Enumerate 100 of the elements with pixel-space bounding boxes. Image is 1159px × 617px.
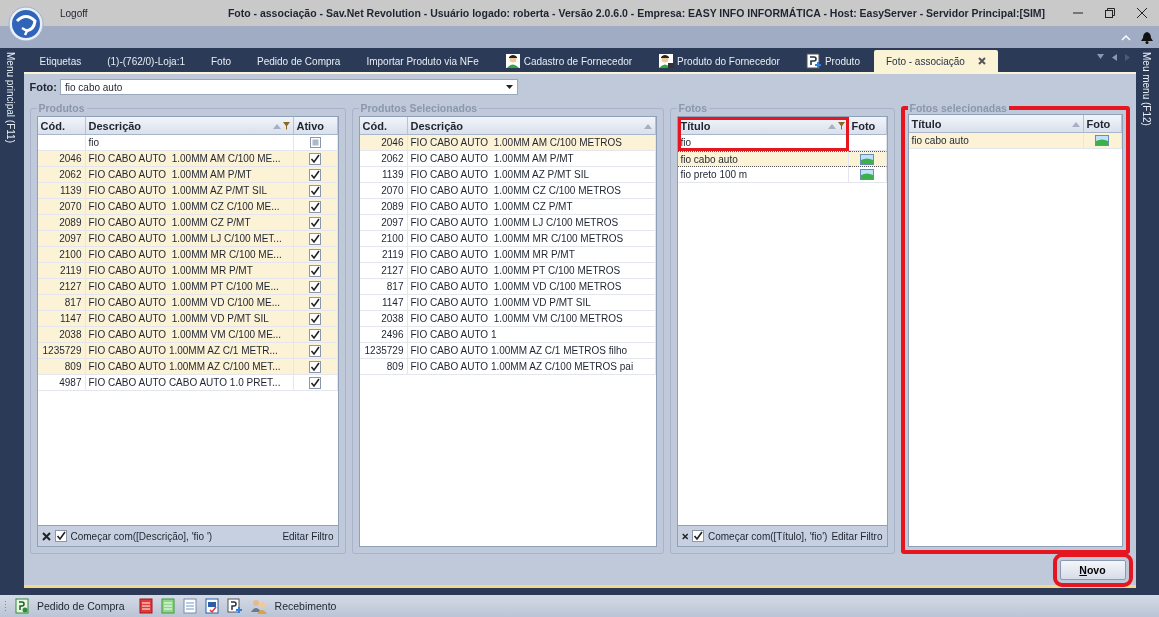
table-cell: 2070 <box>37 199 86 215</box>
checkbox[interactable] <box>309 344 321 357</box>
column-header[interactable]: Descrição <box>85 117 294 135</box>
photo-dropdown[interactable]: fio cabo auto <box>60 79 518 95</box>
table-cell: FIO CABO AUTO 1.00MM AZ C/1 METROS filho <box>407 343 656 359</box>
checkbox[interactable] <box>309 184 321 197</box>
column-header[interactable]: Cód. <box>37 117 86 135</box>
table-cell: FIO CABO AUTO 1.00MM VD P/MT SIL <box>85 311 294 327</box>
table-cell: 2089 <box>359 199 408 215</box>
side-menu-tab[interactable]: Meu menu (F12) <box>1140 52 1152 126</box>
column-header[interactable]: Foto <box>1083 115 1122 133</box>
column-header[interactable]: Cód. <box>359 117 408 135</box>
column-header[interactable]: Foto <box>848 117 887 135</box>
close-icon[interactable] <box>681 531 688 541</box>
table-cell: 2119 <box>37 263 86 279</box>
indeterminate-checkbox-icon[interactable] <box>309 137 321 148</box>
table-cell: FIO CABO AUTO 1.00MM CZ P/MT <box>407 199 656 215</box>
table-cell: 2097 <box>359 215 408 231</box>
caret-icon[interactable] <box>506 85 513 89</box>
close-icon[interactable] <box>41 531 51 541</box>
document-icon[interactable] <box>15 598 29 614</box>
checkbox[interactable] <box>309 280 321 293</box>
checkbox[interactable] <box>309 168 321 181</box>
table-cell: 1139 <box>37 183 86 199</box>
checkbox[interactable] <box>309 200 321 213</box>
table-cell: FIO CABO AUTO 1.00MM MR C/100 ME... <box>85 247 294 263</box>
column-header[interactable]: Descrição <box>407 117 656 135</box>
table-cell: 817 <box>359 279 408 295</box>
table-cell: FIO CABO AUTO 1.00MM VD C/100 ME... <box>85 295 294 311</box>
table-cell: 2046 <box>37 151 86 167</box>
tab[interactable]: Produto <box>793 50 872 72</box>
tab[interactable]: Cadastro de Fornecedor <box>492 50 645 72</box>
tab[interactable]: Foto - associação <box>873 50 998 72</box>
table-cell: FIO CABO AUTO 1.00MM AM P/MT <box>407 151 656 167</box>
side-menu-tab[interactable]: Menu principal (F11) <box>5 52 16 143</box>
tab[interactable]: (1)-(762/0)-Loja:1 <box>95 50 197 72</box>
status-item[interactable]: Pedido de Compra <box>37 600 125 612</box>
checkbox[interactable] <box>309 360 321 373</box>
app-logo[interactable] <box>8 6 44 42</box>
filter-text: Começar com([Título], 'fio') <box>707 530 828 542</box>
filter-icon[interactable] <box>837 121 845 130</box>
table-cell: FIO CABO AUTO 1.00MM AZ P/MT SIL <box>407 167 656 183</box>
table-cell: FIO CABO AUTO 1.00MM AZ C/1 METR... <box>85 343 294 359</box>
checkbox[interactable] <box>309 152 321 165</box>
table-cell: 1139 <box>359 167 408 183</box>
table-cell: 2100 <box>359 231 408 247</box>
column-header[interactable]: Ativo <box>293 117 338 135</box>
table-cell: 2038 <box>359 311 408 327</box>
table-cell: 2100 <box>37 247 86 263</box>
restore-icon[interactable] <box>1105 8 1115 18</box>
product-icon <box>805 53 822 69</box>
checkbox[interactable] <box>309 296 321 309</box>
dropdown-icon[interactable] <box>1096 53 1104 59</box>
table-cell: FIO CABO AUTO 1.00MM VM C/100 METROS <box>407 311 656 327</box>
close-icon[interactable] <box>1137 8 1147 18</box>
table-cell: 2119 <box>359 247 408 263</box>
bell-icon[interactable] <box>1141 30 1153 44</box>
logoff-link[interactable]: Logoff <box>60 7 210 19</box>
table-cell: FIO CABO AUTO 1.00MM AZ C/100 METROS pai <box>407 359 656 375</box>
table-cell: 2046 <box>359 135 408 151</box>
table-cell: 2127 <box>37 279 86 295</box>
tab[interactable]: Importar Produto via NFe <box>354 50 491 72</box>
filter-checkbox[interactable] <box>54 530 67 542</box>
tab[interactable]: Foto <box>199 50 244 72</box>
table-cell: FIO CABO AUTO 1 <box>407 327 656 343</box>
close-icon[interactable] <box>977 57 986 65</box>
checkbox[interactable] <box>309 312 321 325</box>
table-cell: FIO CABO AUTO 1.00MM AM C/100 ME... <box>85 151 294 167</box>
people-icon[interactable] <box>250 598 267 614</box>
table-cell: FIO CABO AUTO 1.00MM VD P/MT SIL <box>407 295 656 311</box>
tab[interactable]: Produto do Fornecedor <box>646 50 792 72</box>
tab[interactable]: Etiquetas <box>27 50 94 72</box>
checkbox[interactable] <box>309 248 321 261</box>
table-cell: 1235729 <box>37 343 86 359</box>
column-header[interactable]: Título <box>908 115 1084 133</box>
table-cell: FIO CABO AUTO 1.00MM VM C/100 ME... <box>85 327 294 343</box>
table-cell: FIO CABO AUTO 1.00MM VD C/100 METROS <box>407 279 656 295</box>
table-cell: 2062 <box>359 151 408 167</box>
checkbox[interactable] <box>309 216 321 229</box>
checkbox[interactable] <box>309 376 321 389</box>
tab[interactable]: Pedido de Compra <box>245 50 353 72</box>
table-cell: 2097 <box>37 231 86 247</box>
person-icon <box>504 53 521 69</box>
product-icon[interactable] <box>226 598 243 614</box>
checkbox[interactable] <box>309 264 321 277</box>
table-cell: 1147 <box>37 311 86 327</box>
table-cell: 2089 <box>37 215 86 231</box>
table-cell: 2127 <box>359 263 408 279</box>
filter-checkbox[interactable] <box>691 530 704 542</box>
previous-icon[interactable] <box>1111 53 1117 61</box>
status-item[interactable]: Recebimento <box>274 600 337 612</box>
table-cell: fio preto 100 m <box>677 167 849 183</box>
edit-filter-link[interactable]: Editar Filtro <box>282 530 334 542</box>
edit-filter-link[interactable]: Editar Filtro <box>831 530 883 542</box>
list-icon[interactable] <box>138 598 153 614</box>
filter-icon[interactable] <box>282 121 290 130</box>
document-icon[interactable] <box>204 598 219 614</box>
checkbox[interactable] <box>309 328 321 341</box>
table-cell: 2038 <box>37 327 86 343</box>
checkbox[interactable] <box>309 232 321 245</box>
